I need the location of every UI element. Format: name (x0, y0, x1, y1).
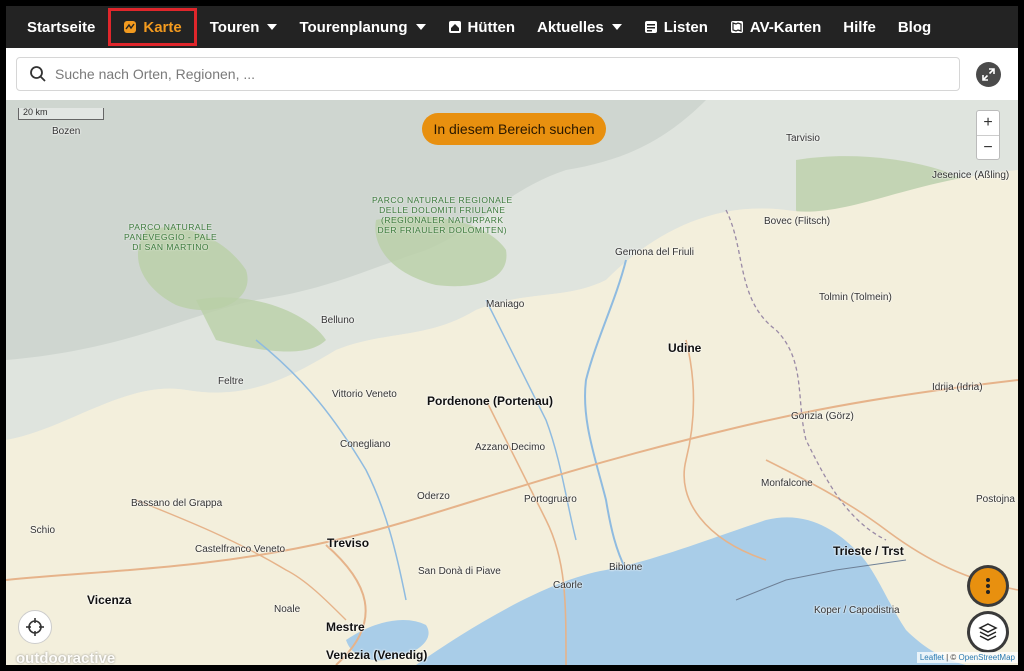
place-label: Bovec (Flitsch) (764, 216, 831, 227)
place-label: Postojna (A (976, 494, 1018, 505)
outdooractive-logo: outdooractive (16, 650, 116, 665)
place-label: Maniago (486, 299, 525, 310)
place-label: Jesenice (Aßling) (932, 170, 1010, 181)
more-vertical-icon (986, 578, 990, 594)
place-label: Bassano del Grappa (131, 498, 223, 509)
place-label: Oderzo (417, 491, 450, 502)
search-input[interactable] (53, 65, 959, 83)
zoom-in-button[interactable]: + (977, 111, 999, 136)
place-label: Castelfranco Veneto (195, 544, 286, 555)
map-background (6, 100, 1018, 665)
nav-item-startseite[interactable]: Startseite (16, 6, 106, 48)
top-navigation: Startseite Karte Touren Tourenplanung Hü… (6, 6, 1018, 48)
hut-icon (448, 21, 461, 33)
crosshair-icon (26, 618, 44, 636)
place-label: Treviso (327, 536, 370, 550)
place-label: Feltre (218, 376, 244, 387)
place-label: Bozen (52, 126, 81, 137)
place-label: Trieste / Trst (833, 544, 904, 558)
zoom-control: + − (976, 110, 1000, 160)
leaflet-link[interactable]: Leaflet (920, 653, 944, 662)
place-label: Conegliano (340, 439, 391, 450)
zoom-out-button[interactable]: − (977, 136, 999, 160)
chevron-down-icon (267, 24, 278, 30)
place-label: Schio (30, 525, 56, 536)
nav-item-aktuelles[interactable]: Aktuelles (526, 6, 633, 48)
place-label: Portogruaro (524, 494, 577, 505)
nav-item-av-karten[interactable]: AV-Karten (719, 6, 832, 48)
nav-item-blog[interactable]: Blog (887, 6, 942, 48)
place-label: Gemona del Friuli (615, 247, 694, 258)
search-row (6, 48, 1018, 100)
place-label: Noale (274, 604, 301, 615)
place-label: Venezia (Venedig) (326, 648, 428, 662)
map-icon (124, 21, 137, 33)
map-attribution: Leaflet | © OpenStreetMap (916, 652, 1018, 663)
layers-icon (978, 623, 998, 641)
chevron-down-icon (415, 24, 426, 30)
place-label: Vicenza (87, 593, 132, 607)
app-frame: Startseite Karte Touren Tourenplanung Hü… (6, 6, 1018, 665)
place-label: Belluno (321, 315, 355, 326)
search-icon (30, 66, 46, 82)
place-label: Mestre (326, 620, 365, 634)
place-label: Udine (668, 341, 702, 355)
map-layers-button[interactable] (970, 614, 1006, 650)
attribution-separator: | © (943, 653, 959, 662)
place-label: Idrija (Idria) (932, 382, 983, 393)
map-scale: 20 km (18, 108, 104, 120)
nav-item-listen[interactable]: Listen (633, 6, 719, 48)
place-label: Tolmin (Tolmein) (819, 292, 892, 303)
place-label: San Donà di Piave (418, 566, 501, 577)
fullscreen-button[interactable] (976, 62, 1001, 87)
list-icon (644, 21, 657, 33)
nav-item-huetten[interactable]: Hütten (437, 6, 527, 48)
more-options-button[interactable] (970, 568, 1006, 604)
place-label: Koper / Capodistria (814, 605, 900, 616)
place-label: Caorle (553, 580, 583, 591)
search-box[interactable] (16, 57, 960, 91)
nav-item-touren[interactable]: Touren (199, 6, 289, 48)
expand-icon (982, 68, 995, 81)
osm-link[interactable]: OpenStreetMap (959, 653, 1015, 662)
nav-item-karte[interactable]: Karte (108, 8, 197, 46)
nav-item-tourenplanung[interactable]: Tourenplanung (288, 6, 436, 48)
locate-me-button[interactable] (18, 610, 52, 644)
place-label: Monfalcone (761, 478, 813, 489)
place-label: Gorizia (Görz) (791, 411, 854, 422)
place-label: Bibione (609, 562, 643, 573)
park-label: PARCO NATURALE REGIONALE DELLE DOLOMITI … (372, 195, 513, 235)
place-label: Pordenone (Portenau) (427, 394, 554, 408)
park-label: PARCO NATURALE PANEVEGGIO - PALE DI SAN … (124, 222, 218, 252)
book-map-icon (730, 21, 743, 33)
chevron-down-icon (611, 24, 622, 30)
place-label: Vittorio Veneto (332, 389, 397, 400)
search-this-area-button[interactable]: In diesem Bereich suchen (422, 113, 606, 145)
place-label: Tarvisio (786, 133, 820, 144)
map-view[interactable]: 20 km In diesem Bereich suchen + − PARCO… (6, 100, 1018, 665)
nav-item-hilfe[interactable]: Hilfe (832, 6, 887, 48)
place-label: Azzano Decimo (475, 442, 546, 453)
